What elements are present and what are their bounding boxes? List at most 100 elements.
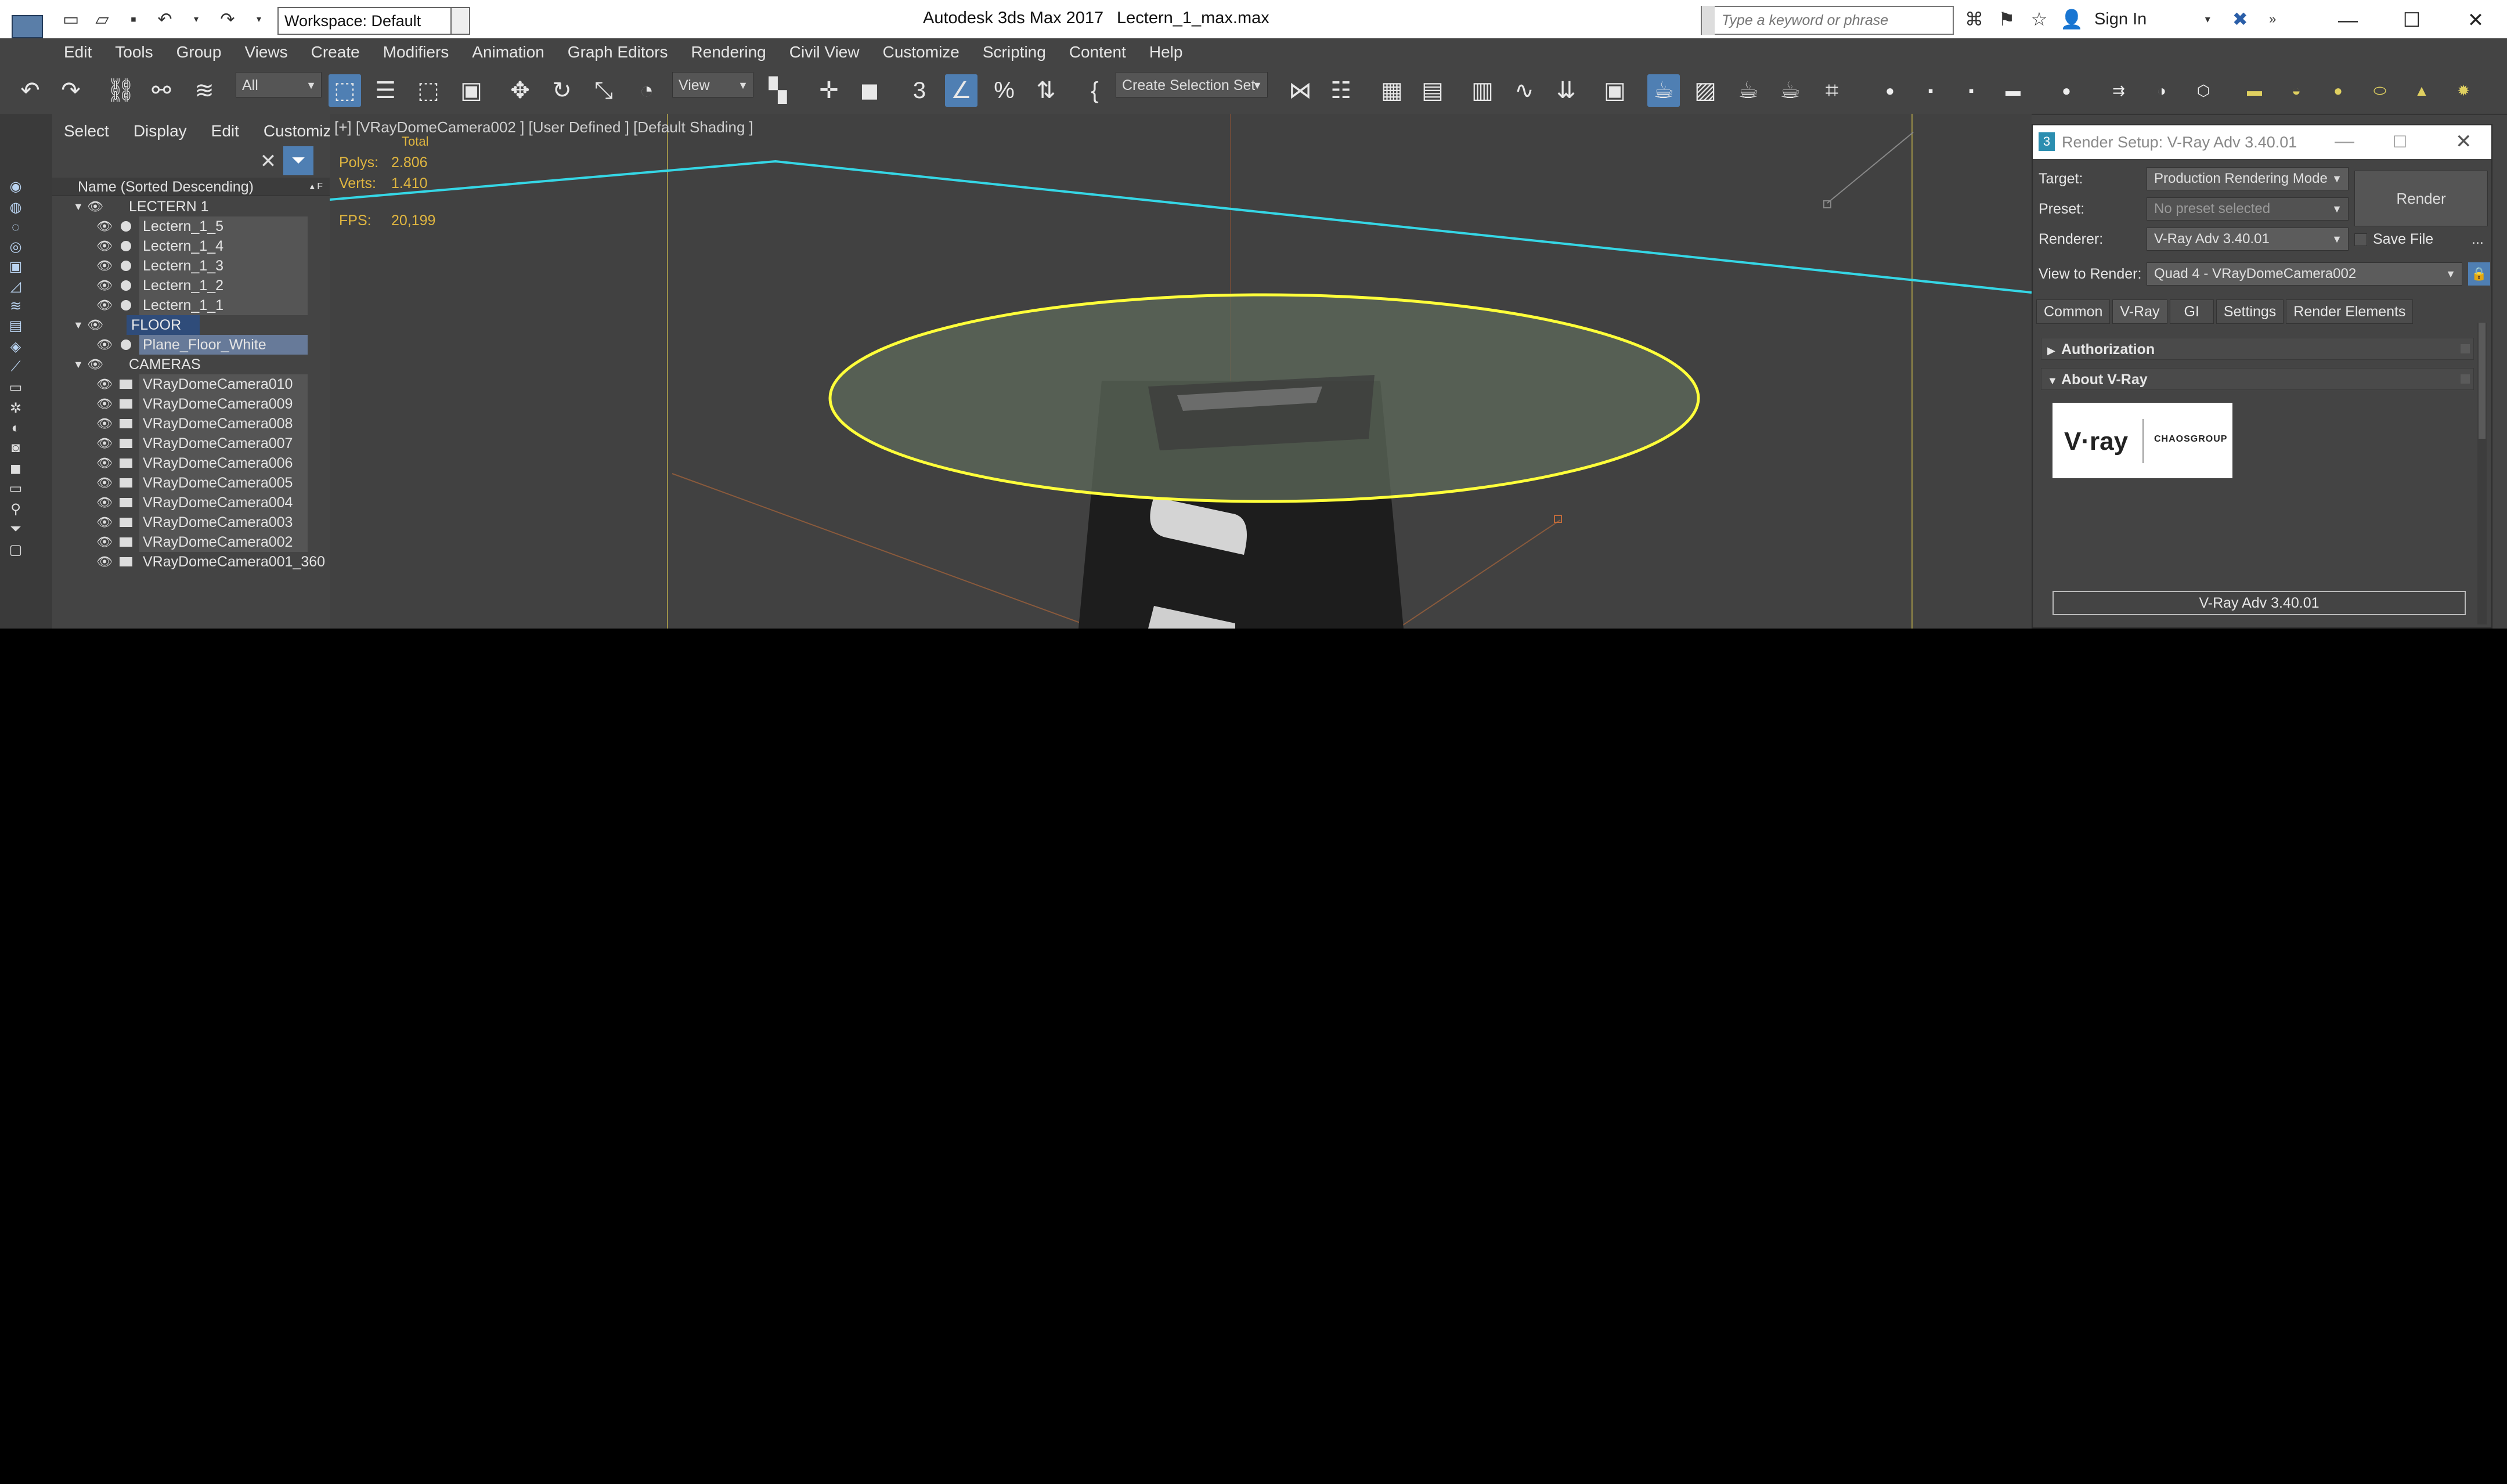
- user-icon[interactable]: 👤: [2059, 7, 2084, 31]
- tree-object[interactable]: 👁 Lectern_1_1: [52, 295, 330, 315]
- percent-snap-icon[interactable]: %: [988, 74, 1020, 107]
- preset-select[interactable]: No preset selected ▼: [2147, 197, 2349, 221]
- visibility-eye-icon[interactable]: 👁: [96, 216, 113, 236]
- tree-camera[interactable]: 👁 VRayDomeCamera005: [52, 473, 330, 493]
- display-children-icon[interactable]: ⚲: [7, 501, 24, 518]
- display-groups-icon[interactable]: ▤: [7, 318, 24, 334]
- explorer-menu-customize[interactable]: Customize: [264, 122, 340, 140]
- tree-layer[interactable]: ▼ 👁 FLOOR: [52, 315, 330, 335]
- display-bones-icon[interactable]: ⟋: [7, 359, 24, 375]
- view-to-render-select[interactable]: Quad 4 - VRayDomeCamera002 ▼: [2147, 262, 2462, 286]
- save-file-checkbox[interactable]: Save File: [2354, 231, 2433, 248]
- undo-icon[interactable]: ↶: [152, 7, 178, 33]
- sync-selection-icon[interactable]: ▢: [7, 542, 24, 558]
- vray-toolbar-3-icon[interactable]: ▪: [1960, 79, 1983, 102]
- spinner-snap-icon[interactable]: ⇅: [1030, 74, 1062, 107]
- keyboard-shortcut-override-icon[interactable]: ◼: [853, 74, 886, 107]
- explorer-menu-display[interactable]: Display: [134, 122, 187, 140]
- vray-light-sphere-icon[interactable]: ●: [2326, 79, 2350, 102]
- display-geometry-icon[interactable]: ◍: [7, 200, 24, 216]
- display-cameras-icon[interactable]: ▣: [7, 259, 24, 275]
- vray-ies-light-icon[interactable]: ⬭: [2368, 79, 2391, 102]
- render-iterative-icon[interactable]: ☕: [1774, 74, 1806, 107]
- render-setup-title-bar[interactable]: 3 Render Setup: V-Ray Adv 3.40.01 — ☐ ✕: [2033, 125, 2491, 159]
- binoculars-icon[interactable]: ⌘: [1962, 7, 1986, 31]
- tab-settings[interactable]: Settings: [2216, 299, 2284, 324]
- visibility-eye-icon[interactable]: 👁: [96, 493, 113, 512]
- visibility-eye-icon[interactable]: 👁: [96, 236, 113, 256]
- vray-toolbar-4-icon[interactable]: ▬: [2001, 79, 2025, 102]
- tree-camera[interactable]: 👁 VRayDomeCamera003: [52, 512, 330, 532]
- visibility-eye-icon[interactable]: 👁: [96, 552, 113, 572]
- tree-object[interactable]: 👁 Plane_Floor_White: [52, 335, 330, 355]
- material-editor-icon[interactable]: ▣: [1599, 74, 1631, 107]
- sign-in-dropdown-icon[interactable]: ▾: [2195, 7, 2220, 31]
- tab-common[interactable]: Common: [2036, 299, 2111, 324]
- menu-group[interactable]: Group: [176, 43, 222, 62]
- tree-camera[interactable]: 👁 VRayDomeCamera002: [52, 532, 330, 552]
- undo-icon[interactable]: ↶: [14, 74, 46, 107]
- curve-editor-icon[interactable]: ∿: [1508, 74, 1541, 107]
- search-input[interactable]: [1716, 7, 1955, 34]
- about-vray-rollout[interactable]: ▼ About V-Ray: [2041, 368, 2474, 390]
- mirror-icon[interactable]: ⋈: [1284, 74, 1316, 107]
- search-box[interactable]: [1701, 6, 1955, 35]
- menu-customize[interactable]: Customize: [883, 43, 959, 62]
- menu-views[interactable]: Views: [244, 43, 287, 62]
- tab-vray[interactable]: V-Ray: [2112, 299, 2167, 324]
- tree-layer[interactable]: ▼ 👁 LECTERN 1: [52, 197, 330, 216]
- named-selection-set-select[interactable]: Create Selection Set ▼: [1116, 72, 1268, 98]
- schematic-view-icon[interactable]: ⇊: [1550, 74, 1582, 107]
- tree-object[interactable]: 👁 Lectern_1_5: [52, 216, 330, 236]
- visibility-eye-icon[interactable]: 👁: [96, 374, 113, 394]
- selection-filter-select[interactable]: All ▼: [236, 72, 322, 98]
- menu-modifiers[interactable]: Modifiers: [383, 43, 449, 62]
- maximize-icon[interactable]: ☐: [2393, 132, 2407, 151]
- select-and-rotate-icon[interactable]: ↻: [546, 74, 578, 107]
- open-file-icon[interactable]: ▱: [89, 7, 115, 33]
- renderer-select[interactable]: V-Ray Adv 3.40.01 ▼: [2147, 228, 2349, 251]
- link-icon[interactable]: ⛓: [104, 74, 137, 107]
- rollout-pin-icon[interactable]: [2461, 374, 2470, 384]
- explorer-menu-edit[interactable]: Edit: [211, 122, 239, 140]
- visibility-eye-icon[interactable]: 👁: [96, 473, 113, 493]
- explorer-menu-select[interactable]: Select: [64, 122, 109, 140]
- edit-named-selection-icon[interactable]: {: [1078, 74, 1111, 107]
- visibility-eye-icon[interactable]: 👁: [96, 434, 113, 453]
- vray-toolbar-1-icon[interactable]: ●: [1878, 79, 1902, 102]
- menu-civil-view[interactable]: Civil View: [789, 43, 860, 62]
- vray-toolbar-6-icon[interactable]: ⇉: [2107, 79, 2130, 102]
- subscription-icon[interactable]: ⚑: [1994, 7, 2019, 31]
- quick-access-customize-button[interactable]: [450, 7, 470, 35]
- pivot-center-icon[interactable]: ▚: [762, 74, 794, 107]
- display-xrefs-icon[interactable]: ◈: [7, 339, 24, 355]
- tree-camera[interactable]: 👁 VRayDomeCamera004: [52, 493, 330, 512]
- display-lights-icon[interactable]: ◎: [7, 239, 24, 255]
- vray-toolbar-7-icon[interactable]: ◑: [2150, 79, 2173, 102]
- search-expand-icon[interactable]: [1702, 6, 1715, 35]
- expand-toggle-icon[interactable]: ▼: [73, 355, 84, 374]
- display-none-icon[interactable]: ◉: [7, 179, 24, 195]
- rectangular-selection-icon[interactable]: ⬚: [412, 74, 445, 107]
- help-dropdown-icon[interactable]: »: [2260, 7, 2285, 31]
- angle-snap-icon[interactable]: ∠: [945, 74, 977, 107]
- name-column-header[interactable]: Name (Sorted Descending) ▴ F: [52, 178, 330, 196]
- bind-space-warp-icon[interactable]: ≋: [188, 74, 221, 107]
- redo-icon[interactable]: ↷: [215, 7, 240, 33]
- menu-create[interactable]: Create: [311, 43, 360, 62]
- authorization-rollout[interactable]: ▶ Authorization: [2041, 338, 2474, 360]
- display-all-icon[interactable]: ▭: [7, 380, 24, 396]
- display-shapes-icon[interactable]: ◌: [7, 219, 24, 236]
- tree-camera[interactable]: 👁 VRayDomeCamera010: [52, 374, 330, 394]
- visibility-eye-icon[interactable]: 👁: [87, 355, 103, 374]
- scene-explorer-toggle-icon[interactable]: ▦: [1376, 74, 1408, 107]
- tree-camera[interactable]: 👁 VRayDomeCamera006: [52, 453, 330, 473]
- vray-light-plane-icon[interactable]: ▬: [2243, 79, 2266, 102]
- visibility-eye-icon[interactable]: 👁: [96, 453, 113, 473]
- visibility-eye-icon[interactable]: 👁: [96, 256, 113, 276]
- vray-toolbar-5-icon[interactable]: ●: [2055, 79, 2078, 102]
- hide-frozen-icon[interactable]: ◙: [7, 440, 24, 456]
- vray-sun-icon[interactable]: ✹: [2452, 79, 2475, 102]
- menu-scripting[interactable]: Scripting: [983, 43, 1046, 62]
- align-icon[interactable]: ☷: [1325, 74, 1357, 107]
